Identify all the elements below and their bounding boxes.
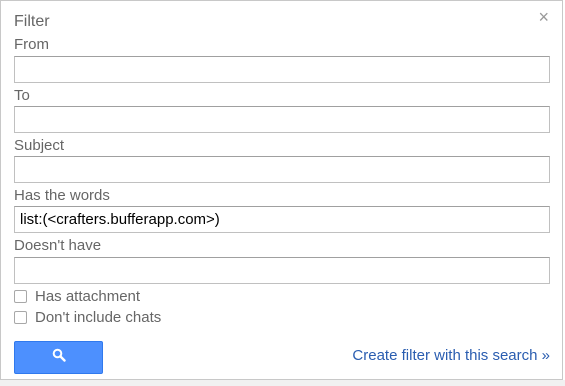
subject-label: Subject [14, 137, 65, 154]
from-label: From [14, 36, 49, 53]
has-words-label: Has the words [14, 187, 110, 204]
from-input[interactable] [14, 56, 550, 83]
has-attachment-checkbox[interactable] [14, 290, 27, 303]
dont-include-chats-label: Don't include chats [35, 309, 162, 326]
has-attachment-row[interactable]: Has attachment [14, 288, 140, 305]
to-input[interactable] [14, 106, 550, 133]
background-strip [0, 380, 565, 386]
search-button[interactable] [14, 341, 103, 374]
dont-include-chats-checkbox[interactable] [14, 311, 27, 324]
has-attachment-label: Has attachment [35, 288, 141, 305]
filter-dialog: Filter × From To Subject Has the words D… [0, 0, 563, 380]
close-icon[interactable]: × [538, 7, 549, 27]
dont-include-chats-row[interactable]: Don't include chats [14, 309, 161, 326]
create-filter-link[interactable]: Create filter with this search » [352, 347, 550, 364]
subject-input[interactable] [14, 156, 550, 183]
dialog-title: Filter [14, 13, 50, 30]
to-label: To [14, 87, 30, 104]
search-icon [52, 348, 66, 367]
has-words-input[interactable] [14, 206, 550, 233]
doesnt-have-label: Doesn't have [14, 237, 102, 254]
doesnt-have-input[interactable] [14, 257, 550, 284]
